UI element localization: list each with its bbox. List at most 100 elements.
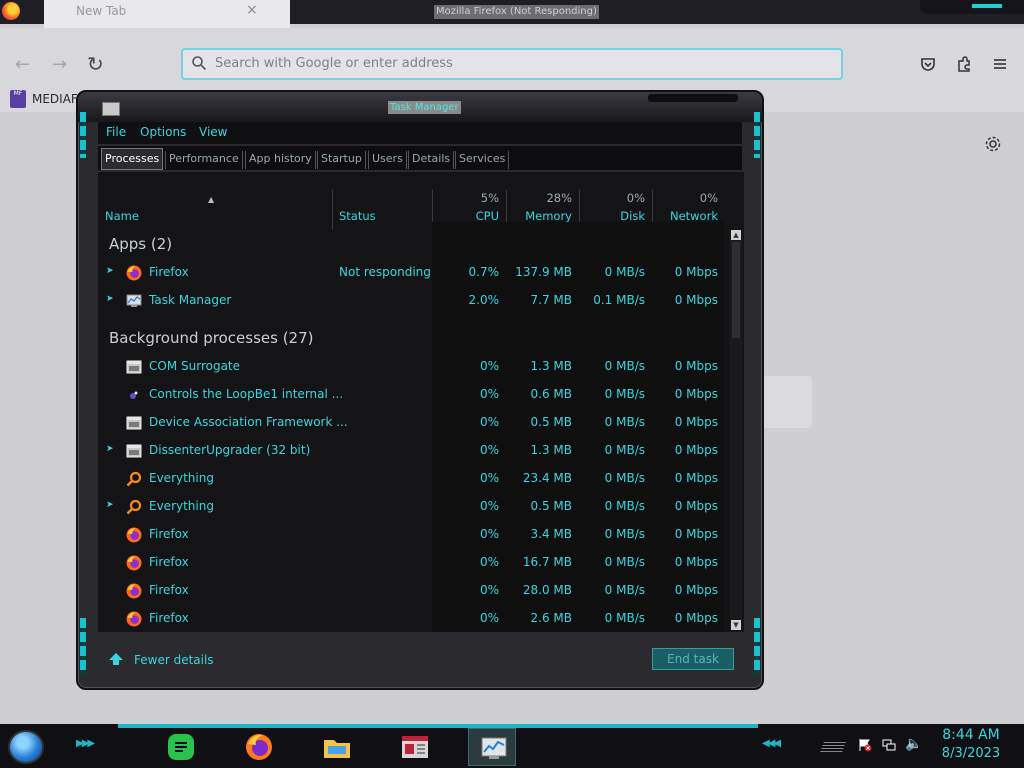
menu-view[interactable]: View bbox=[199, 125, 227, 139]
taskbar-app-task-manager[interactable] bbox=[468, 728, 516, 766]
process-cpu: 0.7% bbox=[468, 265, 500, 279]
magnifier-icon bbox=[126, 471, 142, 487]
table-row[interactable]: Controls the LoopBe1 internal ... 0% 0.6 M… bbox=[98, 381, 724, 409]
table-header: ▲ Name Status 5% CPU 28% Memory 0% Disk … bbox=[98, 180, 744, 230]
tab-users[interactable]: Users bbox=[368, 151, 407, 169]
clock-time[interactable]: 8:44 AM bbox=[938, 727, 1004, 743]
tab-processes[interactable]: Processes bbox=[101, 148, 164, 170]
footer: Fewer details End task bbox=[98, 638, 742, 678]
title-bar-notch bbox=[648, 94, 738, 102]
process-network: 0 Mbps bbox=[674, 471, 718, 485]
process-memory: 1.3 MB bbox=[530, 359, 572, 373]
process-name: Device Association Framework ... bbox=[149, 415, 348, 429]
table-row[interactable]: Firefox 0% 3.4 MB 0 MB/s 0 Mbps bbox=[98, 521, 724, 549]
mediafire-icon: MF bbox=[10, 90, 26, 108]
process-cpu: 0% bbox=[479, 471, 499, 485]
firefox-icon bbox=[126, 265, 142, 281]
scroll-up-icon[interactable]: ▲ bbox=[731, 230, 741, 240]
taskbar-app-firefox[interactable] bbox=[234, 728, 282, 766]
col-network-pct: 0% bbox=[699, 191, 718, 205]
process-cpu: 0% bbox=[479, 415, 499, 429]
firefox-icon bbox=[126, 611, 142, 627]
window-icon bbox=[126, 359, 142, 375]
tab-new-tab[interactable]: New Tab × bbox=[44, 0, 290, 28]
end-task-button[interactable]: End task bbox=[652, 648, 734, 670]
taskbar-app-file-explorer[interactable] bbox=[312, 728, 360, 766]
clock-date[interactable]: 8/3/2023 bbox=[938, 746, 1004, 761]
table-row[interactable]: ➤ Everything 0% 0.5 MB 0 MB/s 0 Mbps bbox=[98, 493, 724, 521]
arrow-up-icon[interactable] bbox=[108, 652, 124, 666]
network-icon[interactable] bbox=[882, 738, 896, 752]
expand-chevron-icon[interactable]: ➤ bbox=[106, 294, 114, 304]
pocket-icon[interactable] bbox=[919, 55, 937, 73]
extensions-icon[interactable] bbox=[955, 55, 973, 73]
process-status: Not responding bbox=[339, 265, 431, 279]
process-name: Everything bbox=[149, 471, 214, 485]
tab-close-icon[interactable]: × bbox=[246, 2, 258, 18]
menu-file[interactable]: File bbox=[106, 125, 126, 139]
table-row[interactable]: Everything 0% 23.4 MB 0 MB/s 0 Mbps bbox=[98, 465, 724, 493]
process-network: 0 Mbps bbox=[674, 387, 718, 401]
taskbar-app-news[interactable] bbox=[390, 728, 438, 766]
process-name: Everything bbox=[149, 499, 214, 513]
col-status[interactable]: Status bbox=[339, 209, 376, 223]
process-cpu: 0% bbox=[479, 499, 499, 513]
window-controls[interactable] bbox=[920, 0, 1024, 14]
frame-decoration bbox=[80, 112, 86, 158]
tab-performance[interactable]: Performance bbox=[165, 151, 243, 169]
task-manager-icon bbox=[481, 737, 507, 759]
back-icon[interactable]: ← bbox=[15, 54, 30, 75]
fewer-details-link[interactable]: Fewer details bbox=[134, 653, 214, 667]
menu-options[interactable]: Options bbox=[140, 125, 186, 139]
process-cpu: 2.0% bbox=[468, 293, 500, 307]
process-memory: 1.3 MB bbox=[530, 443, 572, 457]
frame-decoration bbox=[80, 618, 86, 674]
frame-decoration bbox=[754, 112, 760, 158]
address-placeholder: Search with Google or enter address bbox=[215, 56, 453, 71]
col-network[interactable]: Network bbox=[670, 209, 718, 223]
process-memory: 0.5 MB bbox=[530, 499, 572, 513]
process-network: 0 Mbps bbox=[674, 611, 718, 625]
col-cpu[interactable]: CPU bbox=[476, 209, 499, 223]
volume-icon[interactable]: 🔈 bbox=[905, 736, 922, 752]
table-row[interactable]: Firefox 0% 16.7 MB 0 MB/s 0 Mbps bbox=[98, 549, 724, 577]
loopbe-icon bbox=[126, 387, 142, 403]
expand-chevron-icon[interactable]: ➤ bbox=[106, 266, 114, 276]
shortcut-tile[interactable] bbox=[762, 376, 812, 428]
tab-details[interactable]: Details bbox=[408, 151, 455, 169]
expand-chevron-icon[interactable]: ➤ bbox=[106, 444, 114, 454]
action-center-flag-icon[interactable] bbox=[858, 738, 872, 752]
col-disk[interactable]: Disk bbox=[620, 209, 645, 223]
tab-startup[interactable]: Startup bbox=[317, 151, 366, 169]
title-bar[interactable]: Task Manager bbox=[78, 92, 762, 122]
gear-icon[interactable] bbox=[984, 135, 1002, 153]
process-name: Firefox bbox=[149, 611, 189, 625]
col-name[interactable]: Name bbox=[105, 209, 139, 223]
process-name: Firefox bbox=[149, 583, 189, 597]
forward-icon[interactable]: → bbox=[52, 54, 67, 75]
tab-services[interactable]: Services bbox=[455, 151, 510, 169]
col-memory-pct: 28% bbox=[546, 191, 572, 205]
menu-bar: File Options View bbox=[98, 122, 742, 144]
table-row[interactable]: Firefox 0% 28.0 MB 0 MB/s 0 Mbps bbox=[98, 577, 724, 605]
close-bar[interactable] bbox=[972, 4, 1002, 8]
scroll-down-icon[interactable]: ▼ bbox=[731, 620, 741, 630]
table-row[interactable]: ➤ Firefox Not responding 0.7% 137.9 MB 0 MB/s… bbox=[98, 259, 724, 287]
scrollbar[interactable]: ▲ ▼ bbox=[730, 230, 742, 630]
address-bar[interactable]: Search with Google or enter address bbox=[181, 48, 843, 80]
taskbar-app-notes[interactable] bbox=[156, 728, 204, 766]
expand-chevron-icon[interactable]: ➤ bbox=[106, 500, 114, 510]
start-button[interactable] bbox=[8, 730, 44, 764]
table-row[interactable]: ➤ DissenterUpgrader (32 bit) 0% 1.3 MB 0 MB/… bbox=[98, 437, 724, 465]
process-cpu: 0% bbox=[479, 583, 499, 597]
table-row[interactable]: Firefox 0% 2.6 MB 0 MB/s 0 Mbps bbox=[98, 605, 724, 632]
table-row[interactable]: ➤ Task Manager 2.0% 7.7 MB 0.1 MB/s 0 Mbps bbox=[98, 287, 724, 315]
reload-icon[interactable]: ↻ bbox=[87, 52, 104, 76]
menu-icon[interactable] bbox=[991, 55, 1009, 73]
window-title: Mozilla Firefox (Not Responding) bbox=[434, 5, 599, 19]
table-row[interactable]: COM Surrogate 0% 1.3 MB 0 MB/s 0 Mbps bbox=[98, 353, 724, 381]
table-row[interactable]: Device Association Framework ... 0% 0.5 MB… bbox=[98, 409, 724, 437]
scroll-thumb[interactable] bbox=[732, 242, 740, 338]
col-memory[interactable]: Memory bbox=[525, 209, 572, 223]
tab-app-history[interactable]: App history bbox=[245, 151, 316, 169]
